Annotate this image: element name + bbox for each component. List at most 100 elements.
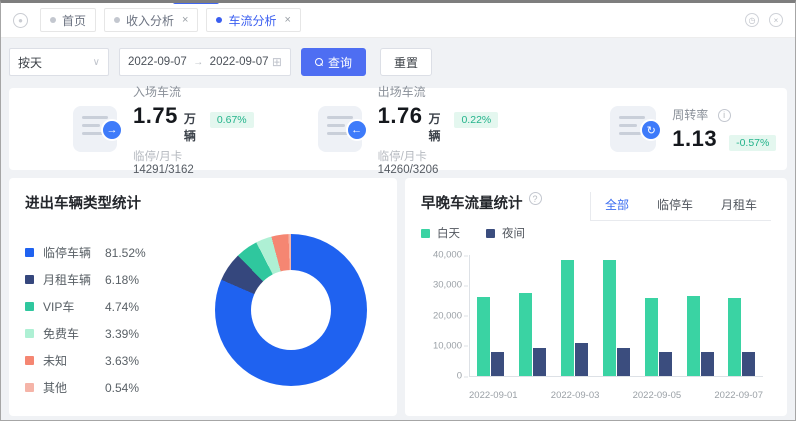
bar[interactable] (603, 260, 616, 376)
bar[interactable] (617, 348, 630, 376)
legend-swatch (25, 329, 34, 338)
period-select[interactable]: 按天 ∨ (9, 48, 109, 76)
bar-group[interactable] (645, 255, 672, 376)
chart-filter-tab[interactable]: 临停车 (643, 192, 707, 220)
legend-label: 临停车辆 (43, 244, 105, 261)
period-select-value: 按天 (18, 54, 42, 71)
calendar-icon: ⊞ (272, 55, 282, 69)
tab-label: 首页 (62, 12, 86, 29)
bar[interactable] (659, 352, 672, 376)
legend-label: 未知 (43, 352, 105, 369)
bar-group[interactable] (477, 255, 504, 376)
legend-item[interactable]: 月租车辆6.18% (25, 266, 185, 293)
x-axis-label (518, 383, 551, 403)
nav-tab[interactable]: 收入分析 × (104, 8, 198, 32)
stat-unit: 万辆 (184, 110, 198, 144)
legend-item[interactable]: 免费车3.39% (25, 320, 185, 347)
bar-group[interactable] (687, 255, 714, 376)
day-night-traffic-panel: 早晚车流量统计 ? 全部临停车月租车 白天 夜间 40,00030,00020,0… (405, 178, 787, 416)
legend-label: 其他 (43, 379, 105, 396)
bar[interactable] (533, 348, 546, 376)
bar[interactable] (687, 296, 700, 376)
y-axis-tick: 40,000 (433, 250, 470, 261)
stat-title: 入场车流 (133, 83, 254, 100)
tabs-menu-icon[interactable]: ● (13, 13, 28, 28)
chart-filter-tabs: 全部临停车月租车 (590, 192, 771, 221)
help-icon[interactable]: ? (529, 192, 542, 205)
panel-title: 早晚车流量统计 (421, 192, 523, 213)
bar-plot-area: 40,00030,00020,00010,0000 (469, 255, 763, 377)
search-icon (315, 58, 323, 66)
nav-tab[interactable]: 首页 (40, 8, 96, 32)
nav-tab[interactable]: 车流分析 × (206, 8, 300, 32)
bar[interactable] (728, 298, 741, 376)
tab-close-icon[interactable]: × (284, 14, 290, 26)
bar-group[interactable] (519, 255, 546, 376)
bar[interactable] (519, 293, 532, 376)
bar[interactable] (575, 343, 588, 376)
bar[interactable] (561, 260, 574, 376)
legend-item[interactable]: 其他0.54% (25, 374, 185, 401)
tab-status-dot (216, 17, 222, 23)
tab-label: 收入分析 (126, 12, 174, 29)
chart-filter-tab[interactable]: 全部 (591, 192, 643, 220)
arrow-in-icon: → (101, 119, 123, 141)
reset-button[interactable]: 重置 (380, 48, 432, 76)
legend-item[interactable]: 未知3.63% (25, 347, 185, 374)
legend-swatch (486, 229, 495, 238)
legend-swatch (421, 229, 430, 238)
tab-status-dot (114, 17, 120, 23)
bar[interactable] (645, 298, 658, 376)
legend-item[interactable]: 临停车辆81.52% (25, 239, 185, 266)
stat-trend-badge: -0.57% (729, 135, 776, 151)
vehicle-type-panel: 进出车辆类型统计 临停车辆81.52%月租车辆6.18%VIP车4.74%免费车… (9, 178, 397, 416)
stat-title: 周转率 (672, 108, 708, 122)
search-button[interactable]: 查询 (301, 48, 366, 76)
search-button-label: 查询 (328, 54, 352, 71)
app-window: ● 首页 收入分析 × 车流分析 × ◷ × 按天 ∨ 2022-09-07 → 202… (0, 0, 796, 421)
stat-entry-traffic: → 入场车流 1.75 万辆 0.67% 临停/月卡 14291/3162 (9, 83, 254, 176)
legend-swatch (25, 248, 34, 257)
legend-value: 81.52% (105, 246, 146, 260)
main-content: 按天 ∨ 2022-09-07 → 2022-09-07 ⊞ 查询 重置 (1, 38, 795, 416)
x-axis-label: 2022-09-07 (714, 383, 763, 403)
tab-close-icon[interactable]: × (182, 14, 188, 26)
bar[interactable] (477, 297, 490, 376)
history-clock-icon[interactable]: ◷ (745, 13, 759, 27)
legend-swatch (25, 356, 34, 365)
stats-card: → 入场车流 1.75 万辆 0.67% 临停/月卡 14291/3162 (9, 88, 787, 170)
bar[interactable] (742, 352, 755, 377)
close-all-icon[interactable]: × (769, 13, 783, 27)
legend-label: 免费车 (43, 325, 105, 342)
legend-swatch (25, 275, 34, 284)
legend-value: 3.63% (105, 354, 139, 368)
bar-legend-item[interactable]: 夜间 (486, 225, 525, 241)
bar-group[interactable] (728, 255, 755, 376)
bar-series-container[interactable] (470, 255, 763, 376)
exit-traffic-icon: ← (318, 106, 362, 152)
donut-chart[interactable] (215, 234, 367, 386)
y-axis-tick: 30,000 (433, 280, 470, 291)
bar-legend-item[interactable]: 白天 (421, 225, 460, 241)
info-icon[interactable]: i (718, 109, 731, 122)
entry-traffic-icon: → (73, 106, 117, 152)
x-axis-labels: 2022-09-012022-09-032022-09-052022-09-07 (469, 383, 763, 403)
tab-label: 车流分析 (228, 12, 276, 29)
reset-button-label: 重置 (394, 54, 418, 71)
tabbar-actions: ◷ × (745, 13, 783, 27)
stat-sub-value: 14291/3162 (133, 164, 194, 176)
y-axis-tick: 10,000 (433, 340, 470, 351)
turnover-icon: ↻ (610, 106, 656, 152)
bar-group[interactable] (603, 255, 630, 376)
stat-exit-traffic: ← 出场车流 1.76 万辆 0.22% 临停/月卡 14260/3206 (254, 83, 499, 176)
chart-filter-tab[interactable]: 月租车 (707, 192, 771, 220)
stat-unit: 万辆 (428, 110, 442, 144)
bar[interactable] (491, 352, 504, 377)
bar-group[interactable] (561, 255, 588, 376)
bar[interactable] (701, 352, 714, 376)
legend-item[interactable]: VIP车4.74% (25, 293, 185, 320)
date-range-picker[interactable]: 2022-09-07 → 2022-09-07 ⊞ (119, 48, 291, 76)
tab-bar: ● 首页 收入分析 × 车流分析 × ◷ × (1, 3, 795, 38)
x-axis-label: 2022-09-05 (633, 383, 682, 403)
stat-sub-label: 临停/月卡 (378, 151, 427, 163)
